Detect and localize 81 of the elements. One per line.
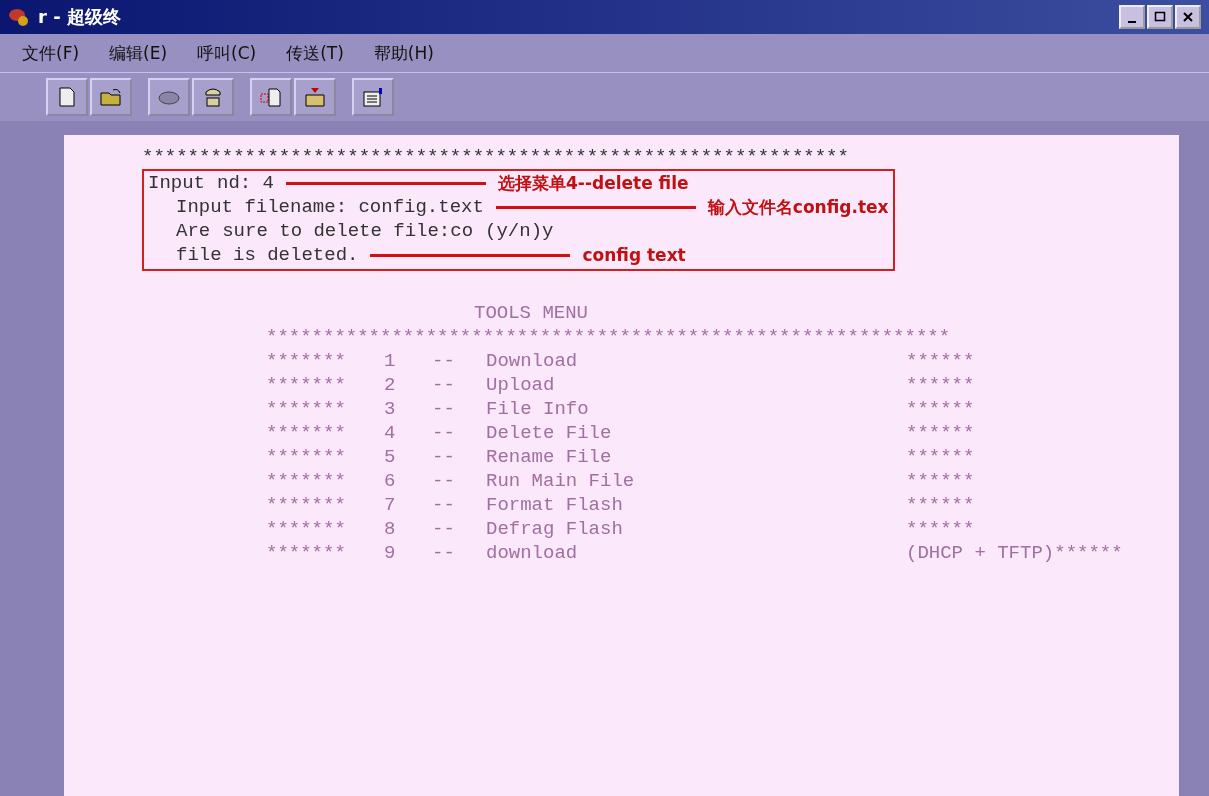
close-button[interactable]: [1175, 5, 1201, 29]
menu-option: File Info: [486, 397, 906, 421]
minimize-icon: [1128, 21, 1136, 23]
menu-option: Download: [486, 349, 906, 373]
terminal-text: ******: [906, 421, 975, 445]
terminal-text: ******: [906, 493, 975, 517]
send-button[interactable]: [250, 78, 292, 116]
maximize-button[interactable]: [1147, 5, 1173, 29]
disconnect-button[interactable]: [148, 78, 190, 116]
menu-item[interactable]: 文件(F): [22, 41, 80, 65]
terminal-text: (DHCP + TFTP)******: [906, 541, 1123, 565]
new-button[interactable]: [46, 78, 88, 116]
terminal-text: (y/n)y: [485, 219, 554, 243]
terminal-text: Input filename: config.text: [176, 195, 484, 219]
terminal-text: ******: [906, 373, 975, 397]
terminal-text: *******: [266, 445, 347, 469]
page-icon: [259, 86, 283, 108]
close-icon: [1182, 11, 1194, 23]
terminal-text: --: [432, 517, 456, 541]
menu-option: Run Main File: [486, 469, 906, 493]
menu-option: Upload: [486, 373, 906, 397]
minimize-button[interactable]: [1119, 5, 1145, 29]
terminal-text: --: [432, 397, 456, 421]
terminal-text: ******: [906, 397, 975, 421]
terminal-text: --: [432, 349, 456, 373]
menu-option: Rename File: [486, 445, 906, 469]
menu-item[interactable]: 帮助(H): [373, 41, 434, 65]
terminal-text: Input: [148, 171, 205, 195]
menu-number: 6: [384, 469, 397, 493]
menu-option: Delete File: [486, 421, 906, 445]
document-icon: [361, 86, 385, 108]
folder-icon: [99, 86, 123, 108]
menu-number: 7: [384, 493, 397, 517]
terminal-text: --: [432, 541, 456, 565]
terminal-text: **************************************************************: [142, 145, 850, 169]
annotation-text: 选择菜单4--delete file: [498, 171, 689, 195]
menu-option: Format Flash: [486, 493, 906, 517]
maximize-icon: [1154, 11, 1166, 23]
terminal-text: ******: [906, 517, 975, 541]
terminal-text: sure to delete file:co: [222, 219, 474, 243]
terminal-text: --: [432, 469, 456, 493]
window-title: r - 超级终: [38, 5, 121, 29]
menu-option: Defrag Flash: [486, 517, 906, 541]
folder-icon: [303, 86, 327, 108]
terminal-text: ******: [906, 445, 975, 469]
menu-number: 9: [384, 541, 397, 565]
menu-option: download: [486, 541, 906, 565]
menu-number: 3: [384, 397, 397, 421]
annotation-text: config text: [582, 245, 686, 265]
terminal-text: ******: [906, 349, 975, 373]
menu-item[interactable]: 传送(T): [286, 41, 344, 65]
menu-number: 8: [384, 517, 397, 541]
menu-title: TOOLS MENU: [473, 301, 590, 325]
menu-number: 4: [384, 421, 397, 445]
open-button[interactable]: [90, 78, 132, 116]
terminal-text: file is deleted.: [176, 243, 359, 267]
terminal-text: --: [432, 445, 456, 469]
terminal-text: nd: 4: [217, 171, 275, 195]
menu-number: 2: [384, 373, 397, 397]
terminal-text: --: [432, 493, 456, 517]
terminal-text: *******: [266, 517, 347, 541]
terminal-text: Are: [176, 219, 211, 243]
terminal-text: --: [432, 421, 456, 445]
receive-button[interactable]: [294, 78, 336, 116]
terminal-text: *******: [266, 493, 347, 517]
terminal-text: *******: [266, 469, 347, 493]
menu-item[interactable]: 编辑(E): [109, 41, 168, 65]
terminal-text: ************************************************************: [266, 325, 952, 349]
terminal-text: *******: [266, 541, 347, 565]
terminal-text: *******: [266, 397, 347, 421]
terminal-text: *******: [266, 349, 347, 373]
terminal-text: *******: [266, 373, 347, 397]
annotation-text: 输入文件名config.tex: [707, 195, 889, 219]
menu-number: 1: [384, 349, 397, 373]
phone-button[interactable]: [192, 78, 234, 116]
properties-button[interactable]: [352, 78, 394, 116]
menu-item[interactable]: 呼叫(C): [197, 41, 257, 65]
terminal-text: --: [432, 373, 456, 397]
menu-number: 5: [384, 445, 397, 469]
terminal-text: *******: [266, 421, 347, 445]
terminal-text: ******: [906, 469, 975, 493]
